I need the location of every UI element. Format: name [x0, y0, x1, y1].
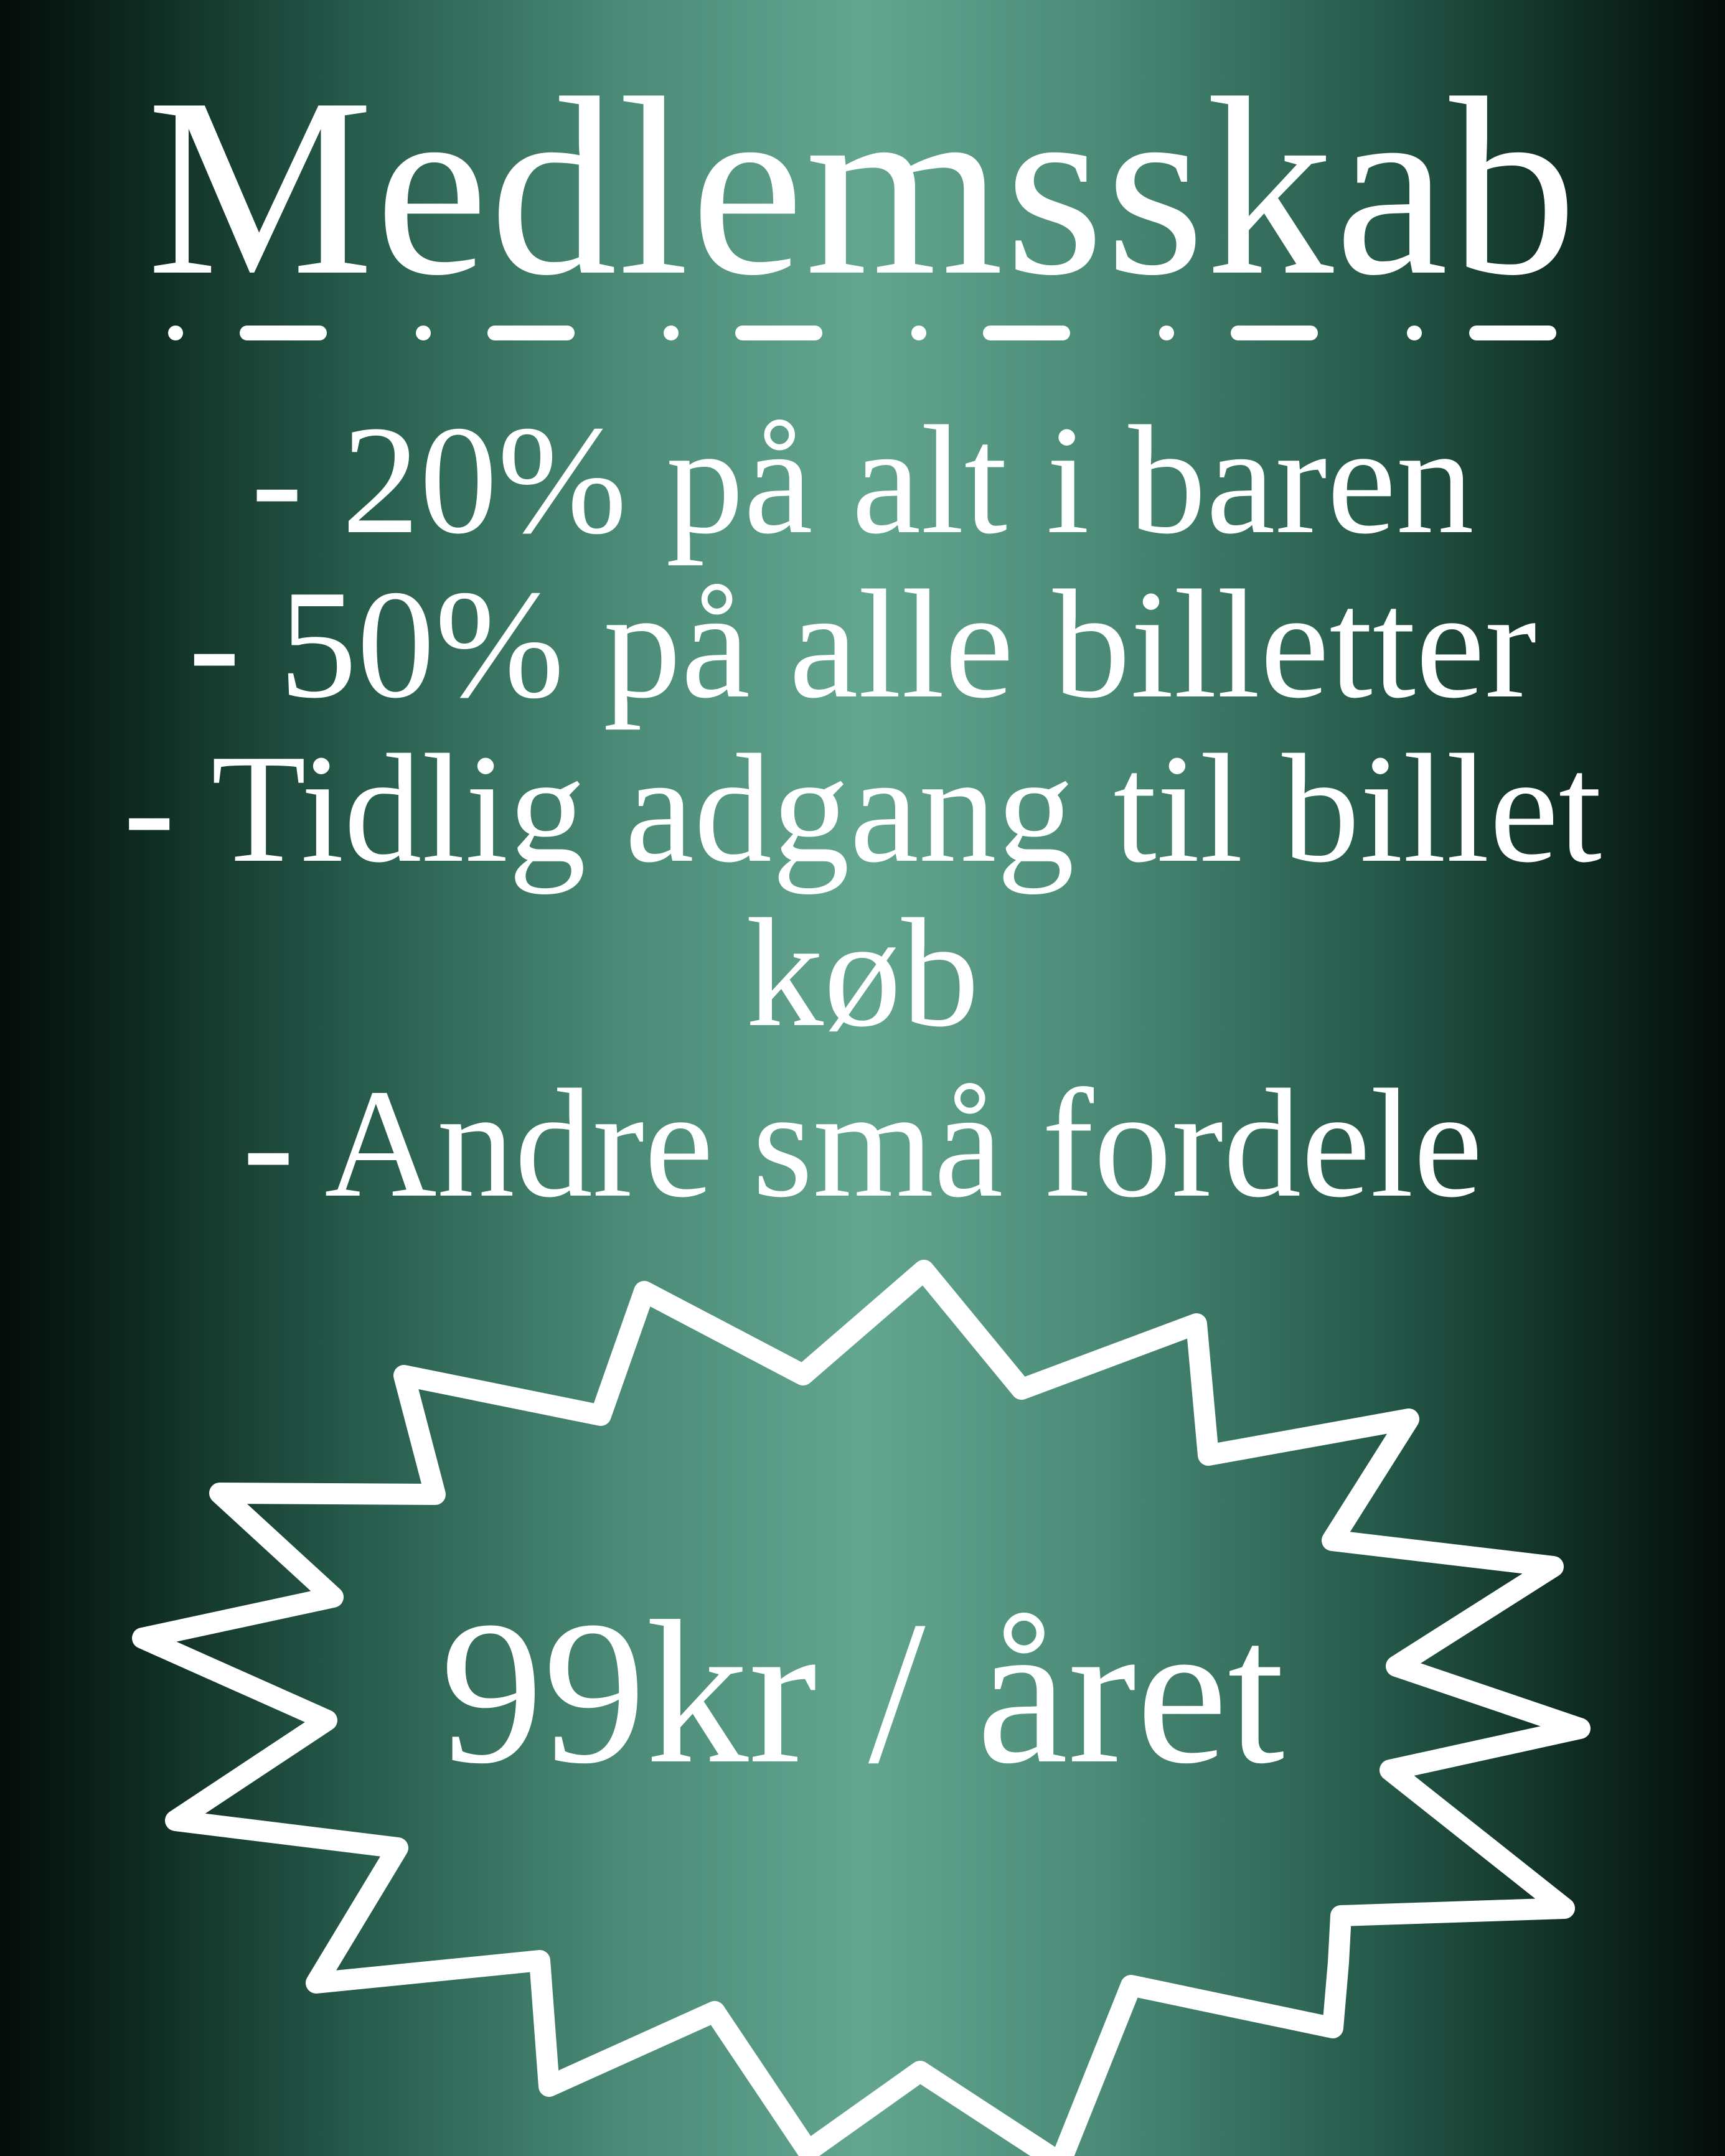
membership-poster: Medlemsskab - 20% på alt i baren - 50% p…: [0, 0, 1725, 2156]
starburst-badge-icon: [132, 1260, 1591, 2156]
price-label: 99kr / året: [440, 1579, 1285, 1806]
